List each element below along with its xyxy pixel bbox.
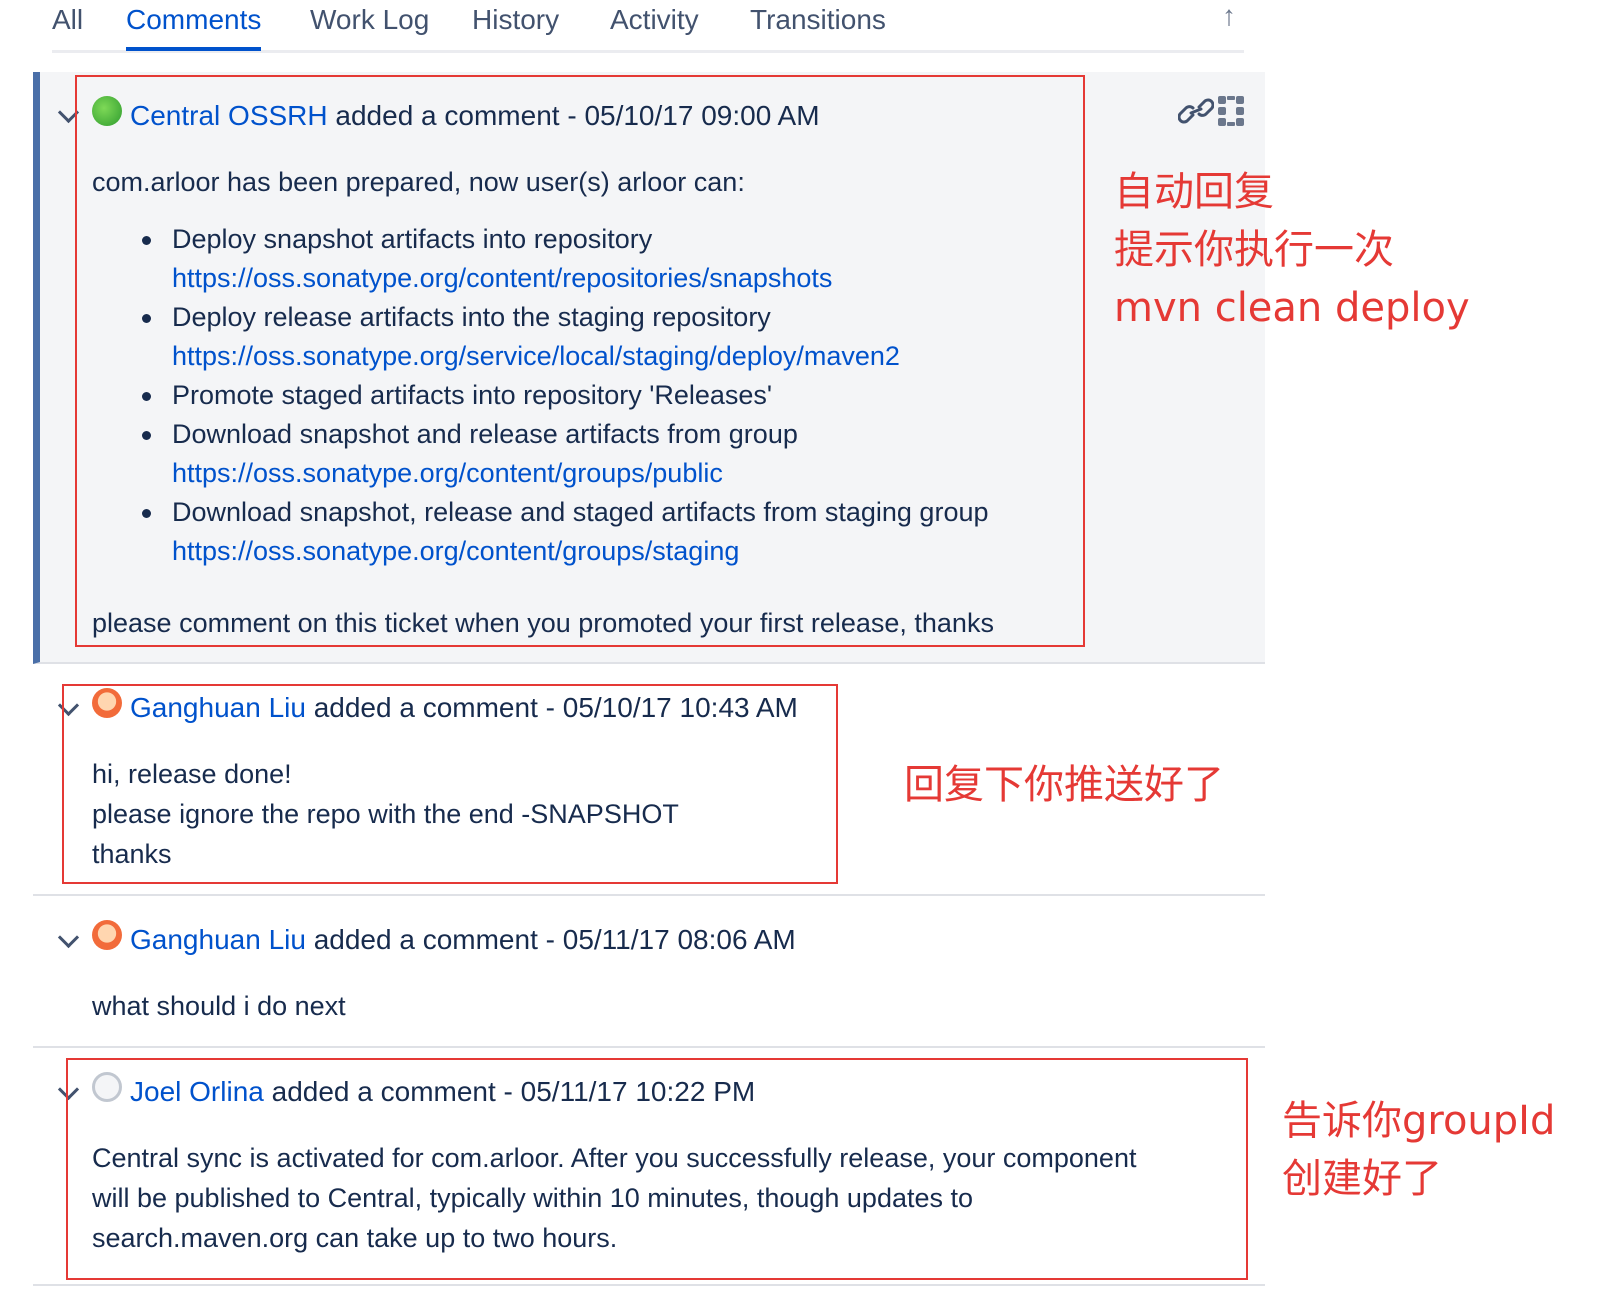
- annotation-note: 回复下你推送好了: [904, 756, 1224, 814]
- arrow-up-icon[interactable]: ↑: [1222, 0, 1236, 32]
- tab-work-log[interactable]: Work Log: [310, 4, 429, 36]
- annotation-box: [66, 1058, 1248, 1280]
- comment-action: added a comment -: [313, 924, 555, 955]
- drag-handle-icon[interactable]: [1216, 94, 1246, 128]
- comment-line: what should i do next: [92, 991, 346, 1021]
- tab-activity[interactable]: Activity: [610, 4, 699, 36]
- comment-body: what should i do next: [92, 986, 346, 1026]
- tab-history[interactable]: History: [472, 4, 559, 36]
- avatar: [92, 920, 122, 950]
- comment-timestamp[interactable]: 05/11/17 08:06 AM: [563, 924, 796, 955]
- annotation-line: 创建好了: [1282, 1156, 1442, 1202]
- annotation-line: mvn clean deploy: [1114, 285, 1470, 331]
- link-icon[interactable]: [1178, 96, 1214, 126]
- tab-all[interactable]: All: [52, 4, 83, 36]
- divider: [33, 1046, 1265, 1048]
- tab-transitions[interactable]: Transitions: [750, 4, 886, 36]
- author-link[interactable]: Ganghuan Liu: [130, 924, 306, 955]
- annotation-note: 自动回复 提示你执行一次 mvn clean deploy: [1114, 163, 1470, 337]
- annotation-note: 告诉你groupId 创建好了: [1282, 1092, 1555, 1208]
- annotation-line: 告诉你groupId: [1282, 1098, 1556, 1144]
- annotation-line: 自动回复: [1114, 169, 1274, 215]
- annotation-line: 提示你执行一次: [1114, 227, 1394, 273]
- tab-bar: All Comments Work Log History Activity T…: [52, 0, 1244, 53]
- divider: [33, 1284, 1265, 1286]
- comment-header: Ganghuan Liu added a comment - 05/11/17 …: [130, 924, 796, 956]
- annotation-box: [75, 75, 1085, 647]
- annotation-line: 回复下你推送好了: [904, 762, 1224, 808]
- chevron-down-icon[interactable]: [57, 926, 80, 949]
- annotation-box: [62, 684, 838, 884]
- divider: [33, 894, 1265, 896]
- tab-comments[interactable]: Comments: [126, 4, 262, 51]
